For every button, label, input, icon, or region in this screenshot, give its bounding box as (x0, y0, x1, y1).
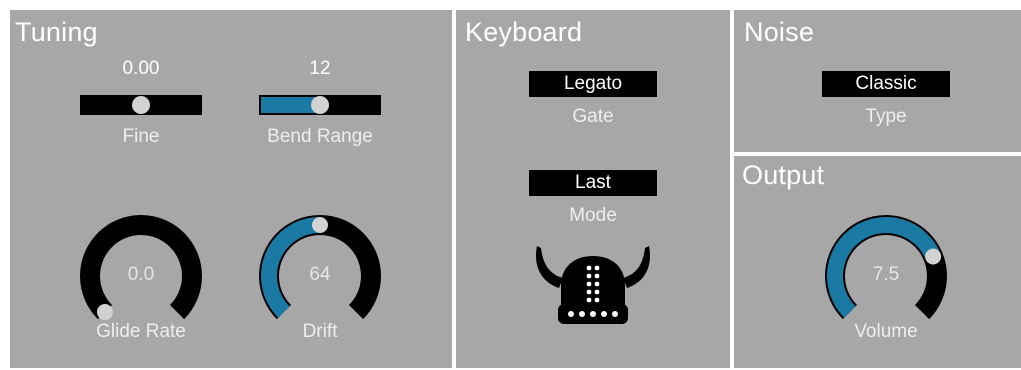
knob-handle[interactable] (96, 304, 113, 321)
fine-slider-handle[interactable] (132, 96, 150, 114)
drift-value: 64 (309, 264, 331, 285)
volume-label: Volume (854, 321, 918, 342)
keyboard-title: Keyboard (465, 17, 583, 47)
glide-rate-value: 0.0 (127, 264, 155, 285)
bend-range-value: 12 (309, 58, 331, 79)
fine-value: 0.00 (122, 58, 160, 79)
fine-label: Fine (122, 126, 160, 147)
noise-type-select[interactable]: Classic (822, 71, 950, 97)
knob-handle[interactable] (312, 217, 328, 233)
fine-slider[interactable] (80, 95, 202, 115)
gate-label: Gate (572, 106, 614, 127)
glide-rate-label: Glide Rate (96, 321, 186, 342)
mode-label: Mode (569, 205, 617, 226)
drift-label: Drift (302, 321, 338, 342)
knob-handle[interactable] (925, 248, 942, 265)
volume-value: 7.5 (872, 264, 900, 285)
noise-type-label: Type (865, 106, 907, 127)
viking-helmet-icon (535, 246, 651, 324)
noise-title: Noise (744, 17, 815, 47)
bend-range-label: Bend Range (267, 126, 373, 147)
tuning-title: Tuning (15, 17, 98, 47)
output-title: Output (742, 160, 825, 190)
gate-select[interactable]: Legato (529, 71, 657, 97)
bend-range-slider-handle[interactable] (311, 96, 329, 114)
bend-range-slider[interactable] (259, 95, 381, 115)
mode-select[interactable]: Last (529, 170, 657, 196)
